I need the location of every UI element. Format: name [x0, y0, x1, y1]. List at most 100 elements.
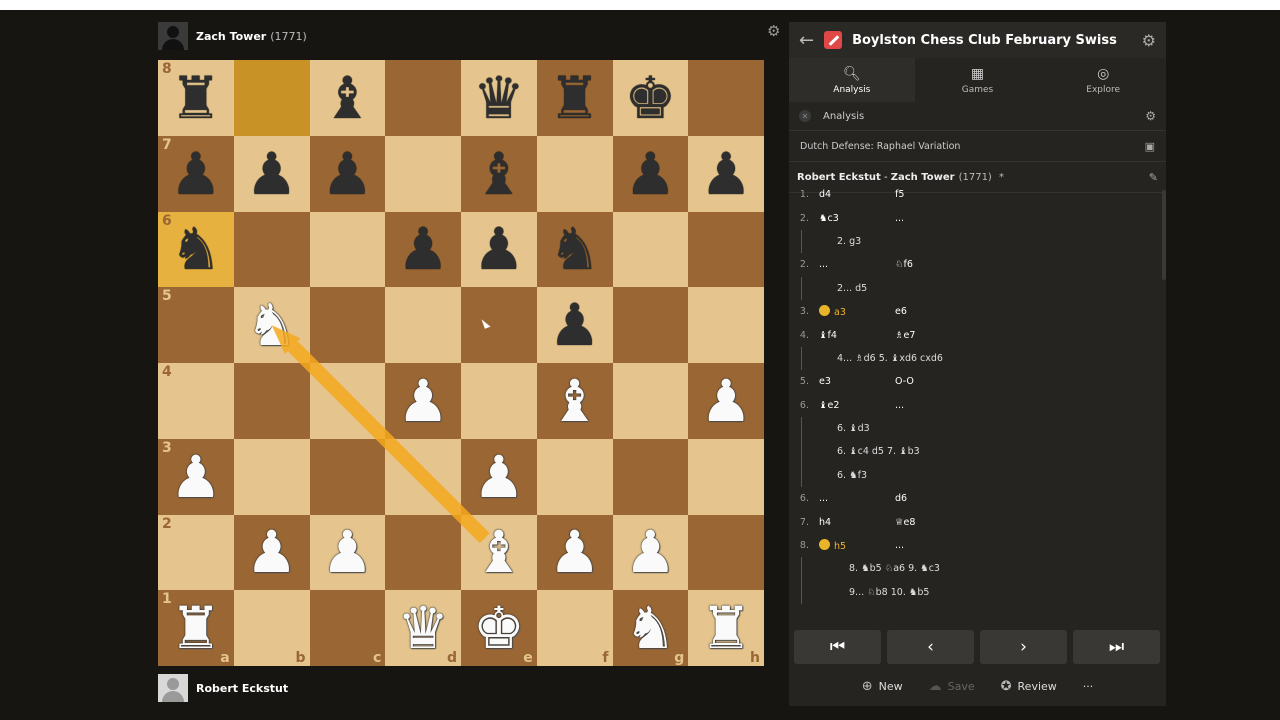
square-f4[interactable]: ♝: [536, 363, 613, 439]
square-c5[interactable]: [309, 287, 386, 363]
move-row[interactable]: 6. ♝e2...: [789, 394, 1159, 417]
more-options-button[interactable]: ···: [1083, 680, 1094, 693]
black-move[interactable]: e6: [895, 306, 975, 317]
white-pawn-icon[interactable]: ♟: [549, 523, 601, 581]
white-knight-icon[interactable]: ♞: [624, 599, 676, 657]
variation-text[interactable]: 9... ♘b8 10. ♞b5: [849, 587, 929, 598]
square-e2[interactable]: ♝: [461, 514, 537, 591]
square-b7[interactable]: ♟: [233, 135, 310, 212]
square-e6[interactable]: ♟: [461, 211, 537, 288]
white-pawn-icon[interactable]: ♟: [321, 523, 373, 581]
variation-text[interactable]: 6. ♞f3: [837, 470, 867, 481]
square-f3[interactable]: [536, 438, 613, 515]
variation-line[interactable]: 2... d5: [789, 276, 1159, 301]
black-move[interactable]: ...: [895, 400, 975, 411]
white-move[interactable]: ♞c3: [819, 213, 895, 224]
square-h2[interactable]: [688, 514, 764, 591]
square-b3[interactable]: [233, 438, 310, 515]
variation-text[interactable]: 6. ♝d3: [837, 423, 870, 434]
square-e8[interactable]: ♛: [461, 60, 537, 136]
square-g7[interactable]: ♟: [612, 135, 689, 212]
move-row[interactable]: 1. d4 f5: [789, 183, 1159, 206]
black-move[interactable]: ...: [895, 213, 975, 224]
black-pawn-icon[interactable]: ♟: [700, 145, 752, 203]
variation-line[interactable]: 9... ♘b8 10. ♞b5: [789, 580, 1159, 605]
square-a2[interactable]: 2: [158, 514, 234, 591]
move-row[interactable]: 7. h4 ♕e8: [789, 510, 1159, 533]
square-c2[interactable]: ♟: [309, 514, 386, 591]
square-g3[interactable]: [612, 438, 689, 515]
square-g4[interactable]: [612, 363, 689, 439]
square-c6[interactable]: [309, 211, 386, 288]
black-pawn-icon[interactable]: ♟: [321, 145, 373, 203]
square-h8[interactable]: [688, 60, 764, 136]
next-move-button[interactable]: ›: [980, 630, 1067, 664]
black-pawn-icon[interactable]: ♟: [624, 145, 676, 203]
white-pawn-icon[interactable]: ♟: [397, 372, 449, 430]
square-a1[interactable]: 1 a ♜: [158, 590, 234, 666]
new-button[interactable]: ⊕ New: [862, 679, 903, 694]
move-row[interactable]: 6.... d6: [789, 487, 1159, 510]
black-pawn-icon[interactable]: ♟: [397, 220, 449, 278]
square-h7[interactable]: ♟: [688, 135, 764, 212]
square-d3[interactable]: [385, 438, 461, 515]
white-move[interactable]: e3: [819, 376, 895, 387]
variation-text[interactable]: 6. ♝c4 d5 7. ♝b3: [837, 446, 920, 457]
black-move[interactable]: ...: [895, 540, 975, 551]
review-button[interactable]: ✪ Review: [1001, 679, 1057, 694]
square-b6[interactable]: [233, 211, 310, 288]
square-e7[interactable]: ♝: [461, 135, 537, 212]
white-bishop-icon[interactable]: ♝: [473, 523, 525, 581]
square-b5[interactable]: ♞: [233, 287, 310, 363]
black-knight-icon[interactable]: ♞: [549, 220, 601, 278]
black-queen-icon[interactable]: ♛: [473, 69, 525, 127]
variation-line[interactable]: 2. g3: [789, 229, 1159, 254]
square-a5[interactable]: 5: [158, 287, 234, 363]
black-move[interactable]: d6: [895, 493, 975, 504]
bottom-player-name[interactable]: Robert Eckstut: [196, 682, 288, 695]
square-f6[interactable]: ♞: [536, 211, 613, 288]
previous-move-button[interactable]: ‹: [887, 630, 974, 664]
square-c7[interactable]: ♟: [309, 135, 386, 212]
black-bishop-icon[interactable]: ♝: [473, 145, 525, 203]
square-h5[interactable]: [688, 287, 764, 363]
white-bishop-icon[interactable]: ♝: [549, 372, 601, 430]
save-button[interactable]: ☁ Save: [929, 679, 975, 694]
square-e4[interactable]: [461, 363, 537, 439]
variation-line[interactable]: 8. ♞b5 ♘a6 9. ♞c3: [789, 557, 1159, 582]
variation-text[interactable]: 4... ♗d6 5. ♝xd6 cxd6: [837, 353, 943, 364]
black-pawn-icon[interactable]: ♟: [549, 296, 601, 354]
white-move[interactable]: ♝e2: [819, 400, 895, 411]
square-b4[interactable]: [233, 363, 310, 439]
variation-text[interactable]: 2. g3: [837, 236, 861, 247]
move-row[interactable]: 8. h5...: [789, 534, 1159, 557]
square-g2[interactable]: ♟: [612, 514, 689, 591]
move-list-scrollbar[interactable]: [1162, 190, 1166, 280]
square-b1[interactable]: b: [233, 590, 310, 666]
black-knight-icon[interactable]: ♞: [170, 220, 222, 278]
white-move[interactable]: h4: [819, 517, 895, 528]
variation-line[interactable]: 4... ♗d6 5. ♝xd6 cxd6: [789, 346, 1159, 371]
variation-text[interactable]: 8. ♞b5 ♘a6 9. ♞c3: [849, 563, 940, 574]
square-f7[interactable]: [536, 135, 613, 212]
white-move[interactable]: a3: [819, 305, 895, 318]
black-move[interactable]: f5: [895, 189, 975, 200]
panel-gear-icon[interactable]: ⚙: [1142, 31, 1156, 50]
book-icon[interactable]: ▣: [1145, 140, 1155, 153]
white-queen-icon[interactable]: ♛: [397, 599, 449, 657]
square-c3[interactable]: [309, 438, 386, 515]
move-row[interactable]: 2.... ♘f6: [789, 253, 1159, 276]
black-move[interactable]: O-O: [895, 376, 975, 387]
square-b8[interactable]: [233, 60, 310, 136]
white-knight-icon[interactable]: ♞: [246, 296, 298, 354]
variation-line[interactable]: 6. ♞f3: [789, 463, 1159, 488]
black-bishop-icon[interactable]: ♝: [321, 69, 373, 127]
back-arrow-icon[interactable]: ←: [799, 30, 814, 51]
last-move-button[interactable]: ⏭: [1073, 630, 1160, 664]
square-d4[interactable]: ♟: [385, 363, 461, 439]
square-e1[interactable]: e ♚: [461, 590, 537, 666]
top-player-name[interactable]: Zach Tower: [196, 30, 266, 43]
white-move[interactable]: d4: [819, 189, 895, 200]
square-d2[interactable]: [385, 514, 461, 591]
square-h1[interactable]: h ♜: [688, 590, 764, 666]
